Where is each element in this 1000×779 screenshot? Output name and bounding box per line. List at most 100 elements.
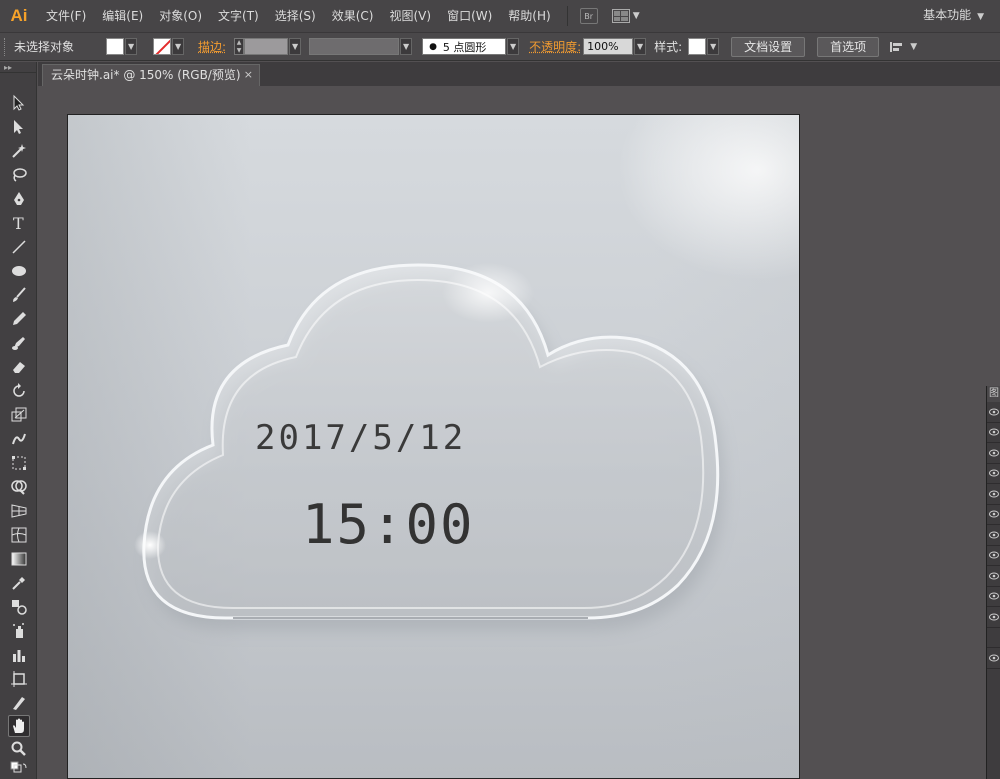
eye-icon[interactable] bbox=[989, 572, 999, 580]
eye-icon[interactable] bbox=[989, 428, 999, 436]
menu-divider bbox=[566, 6, 568, 26]
eye-icon[interactable] bbox=[989, 510, 999, 518]
preferences-button[interactable]: 首选项 bbox=[817, 36, 880, 57]
line-tool-icon[interactable] bbox=[8, 236, 30, 258]
layer-row[interactable] bbox=[987, 648, 1000, 669]
menu-effect[interactable]: 效果(C) bbox=[324, 0, 382, 33]
workspace-switcher[interactable]: 基本功能 ▼ bbox=[923, 0, 984, 32]
layer-row[interactable] bbox=[987, 566, 1000, 587]
gradient-tool-icon[interactable] bbox=[8, 548, 30, 570]
hand-tool-icon[interactable] bbox=[8, 715, 30, 737]
menu-select[interactable]: 选择(S) bbox=[267, 0, 324, 33]
mesh-tool-icon[interactable] bbox=[8, 524, 30, 546]
fill-swatch[interactable] bbox=[106, 38, 125, 55]
layer-row[interactable] bbox=[987, 423, 1000, 443]
eye-icon[interactable] bbox=[989, 613, 999, 621]
eye-icon[interactable] bbox=[989, 449, 999, 457]
eye-icon[interactable] bbox=[989, 408, 999, 416]
selection-tool-icon[interactable] bbox=[8, 92, 30, 114]
menu-help[interactable]: 帮助(H) bbox=[500, 0, 558, 33]
graphic-style-dropdown[interactable]: ▼ bbox=[707, 38, 720, 55]
eye-icon[interactable] bbox=[989, 490, 999, 498]
layers-panel-header[interactable]: 图 bbox=[987, 386, 1000, 402]
menu-window[interactable]: 窗口(W) bbox=[439, 0, 500, 33]
style-label: 样式: bbox=[654, 40, 683, 54]
stroke-dropdown[interactable]: ▼ bbox=[172, 38, 185, 55]
arrange-documents-button[interactable]: ▼ bbox=[611, 9, 640, 23]
bridge-button[interactable]: Br bbox=[579, 8, 598, 24]
lasso-tool-icon[interactable] bbox=[8, 164, 30, 186]
align-options-button[interactable]: ▼ bbox=[889, 40, 917, 54]
document-tab[interactable]: 云朵时钟.ai* @ 150% (RGB/预览) × bbox=[42, 64, 260, 86]
pen-tool-icon[interactable] bbox=[8, 188, 30, 210]
artboard-canvas[interactable]: 2017/5/12 15:00 bbox=[67, 114, 800, 779]
pencil-tool-icon[interactable] bbox=[8, 308, 30, 330]
layer-row[interactable] bbox=[987, 587, 1000, 607]
zoom-tool-icon[interactable] bbox=[8, 738, 30, 760]
layer-row[interactable] bbox=[987, 402, 1000, 423]
document-tab-bar: 云朵时钟.ai* @ 150% (RGB/预览) × bbox=[38, 62, 1000, 86]
slice-tool-icon[interactable] bbox=[8, 692, 30, 714]
layer-row[interactable] bbox=[987, 505, 1000, 525]
eye-icon[interactable] bbox=[989, 592, 999, 600]
eye-icon[interactable] bbox=[989, 654, 999, 662]
stroke-weight-dropdown[interactable]: ▼ bbox=[289, 38, 302, 55]
graphic-style-swatch[interactable] bbox=[688, 38, 707, 55]
stroke-swatch[interactable] bbox=[153, 38, 172, 55]
eraser-tool-icon[interactable] bbox=[8, 356, 30, 378]
menu-view[interactable]: 视图(V) bbox=[381, 0, 439, 33]
brush-definition[interactable]: ● 5 点圆形 bbox=[422, 38, 507, 55]
variable-width-profile[interactable] bbox=[309, 38, 400, 55]
control-panel: 未选择对象 ▼ ▼ 描边: ▲ ▼ ▼ ▼ ● 5 点圆形 ▼ 不透明度: 100%… bbox=[0, 33, 1000, 61]
stroke-label[interactable]: 描边: bbox=[198, 38, 226, 55]
eye-icon[interactable] bbox=[989, 551, 999, 559]
layer-row[interactable] bbox=[987, 484, 1000, 505]
blob-brush-tool-icon[interactable] bbox=[8, 332, 30, 354]
warp-tool-icon[interactable] bbox=[8, 428, 30, 450]
rotate-tool-icon[interactable] bbox=[8, 380, 30, 402]
opacity-dropdown[interactable]: ▼ bbox=[634, 38, 647, 55]
clock-time: 15:00 bbox=[302, 493, 475, 556]
layer-row[interactable] bbox=[987, 628, 1000, 648]
document-setup-button[interactable]: 文档设置 bbox=[731, 36, 806, 57]
fill-stroke-swap-icon[interactable] bbox=[8, 760, 30, 776]
close-tab-icon[interactable]: × bbox=[244, 65, 253, 85]
menu-type[interactable]: 文字(T) bbox=[210, 0, 267, 33]
layer-row[interactable] bbox=[987, 525, 1000, 546]
tools-panel: ▸▸ T bbox=[0, 62, 37, 779]
eyedropper-tool-icon[interactable] bbox=[8, 572, 30, 594]
shape-builder-tool-icon[interactable] bbox=[8, 476, 30, 498]
layer-row[interactable] bbox=[987, 443, 1000, 464]
scale-tool-icon[interactable] bbox=[8, 404, 30, 426]
paintbrush-tool-icon[interactable] bbox=[8, 284, 30, 306]
toolbar-collapse-icon[interactable]: ▸▸ bbox=[0, 62, 36, 73]
arrange-documents-icon bbox=[611, 9, 630, 23]
panel-grip[interactable] bbox=[4, 37, 8, 56]
direct-selection-tool-icon[interactable] bbox=[8, 116, 30, 138]
type-tool-icon[interactable]: T bbox=[8, 212, 30, 234]
app-logo: Ai bbox=[10, 6, 28, 25]
opacity-field[interactable]: 100% bbox=[583, 38, 634, 55]
eye-icon[interactable] bbox=[989, 531, 999, 539]
column-graph-tool-icon[interactable] bbox=[8, 644, 30, 666]
layer-row[interactable] bbox=[987, 546, 1000, 566]
stroke-weight-field[interactable] bbox=[244, 38, 289, 55]
layer-row[interactable] bbox=[987, 464, 1000, 484]
ellipse-tool-icon[interactable] bbox=[8, 260, 30, 282]
menu-object[interactable]: 对象(O) bbox=[151, 0, 210, 33]
opacity-label[interactable]: 不透明度: bbox=[529, 38, 581, 55]
brush-dropdown[interactable]: ▼ bbox=[507, 38, 520, 55]
blend-tool-icon[interactable] bbox=[8, 596, 30, 618]
profile-dropdown[interactable]: ▼ bbox=[400, 38, 413, 55]
perspective-grid-tool-icon[interactable] bbox=[8, 500, 30, 522]
eye-icon[interactable] bbox=[989, 469, 999, 477]
menu-file[interactable]: 文件(F) bbox=[38, 0, 94, 33]
stroke-weight-spinner[interactable]: ▲ ▼ bbox=[234, 38, 245, 55]
menu-edit[interactable]: 编辑(E) bbox=[94, 0, 151, 33]
layer-row[interactable] bbox=[987, 607, 1000, 628]
magic-wand-tool-icon[interactable] bbox=[8, 140, 30, 162]
fill-dropdown[interactable]: ▼ bbox=[125, 38, 138, 55]
artboard-tool-icon[interactable] bbox=[8, 668, 30, 690]
free-transform-tool-icon[interactable] bbox=[8, 452, 30, 474]
symbol-sprayer-tool-icon[interactable] bbox=[8, 620, 30, 642]
